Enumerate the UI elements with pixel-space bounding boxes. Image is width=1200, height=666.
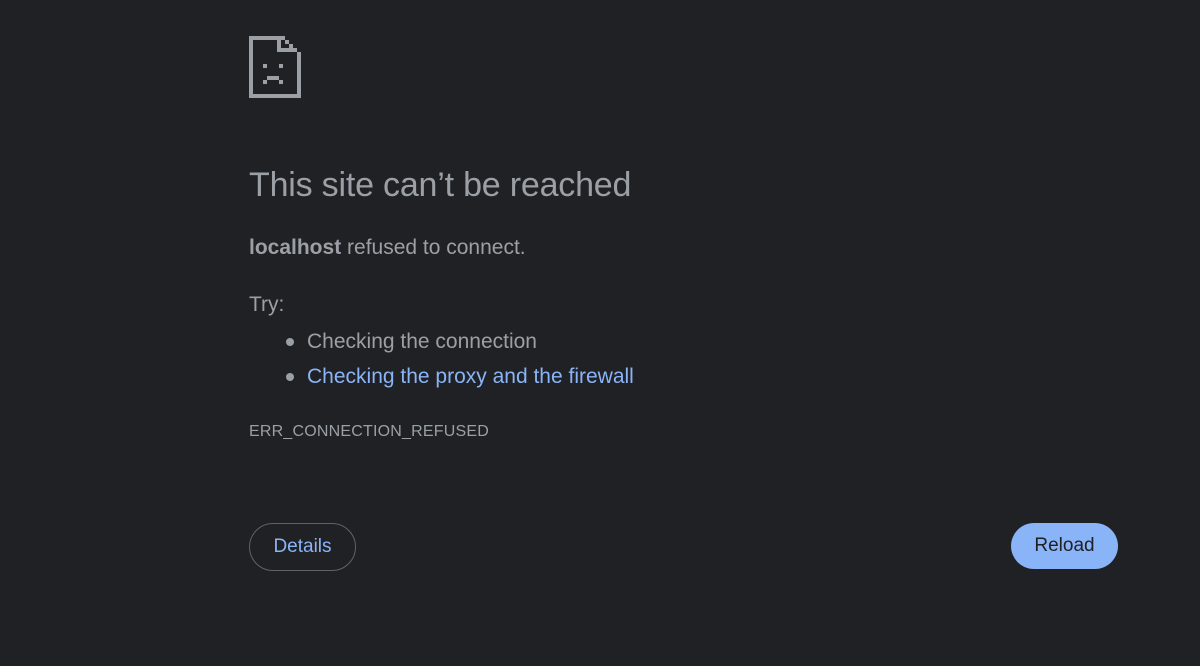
details-button[interactable]: Details xyxy=(249,523,356,571)
error-message-text: refused to connect. xyxy=(341,236,526,259)
try-label: Try: xyxy=(249,293,285,316)
error-code: ERR_CONNECTION_REFUSED xyxy=(249,423,489,440)
error-page: This site can’t be reached localhost ref… xyxy=(0,0,1200,666)
error-headline: This site can’t be reached xyxy=(249,166,632,204)
error-host: localhost xyxy=(249,236,342,259)
bullet-icon xyxy=(286,338,294,346)
bullet-icon xyxy=(286,373,294,381)
suggestion-check-connection: Checking the connection xyxy=(307,330,537,353)
reload-button[interactable]: Reload xyxy=(1011,523,1118,569)
suggestion-item: Checking the connection xyxy=(286,326,634,361)
suggestions-list: Checking the connection Checking the pro… xyxy=(249,326,634,396)
suggestion-check-proxy-link[interactable]: Checking the proxy and the firewall xyxy=(307,365,634,388)
suggestion-item: Checking the proxy and the firewall xyxy=(286,361,634,396)
sad-page-icon xyxy=(249,36,301,98)
error-message: localhost refused to connect. xyxy=(249,236,526,260)
